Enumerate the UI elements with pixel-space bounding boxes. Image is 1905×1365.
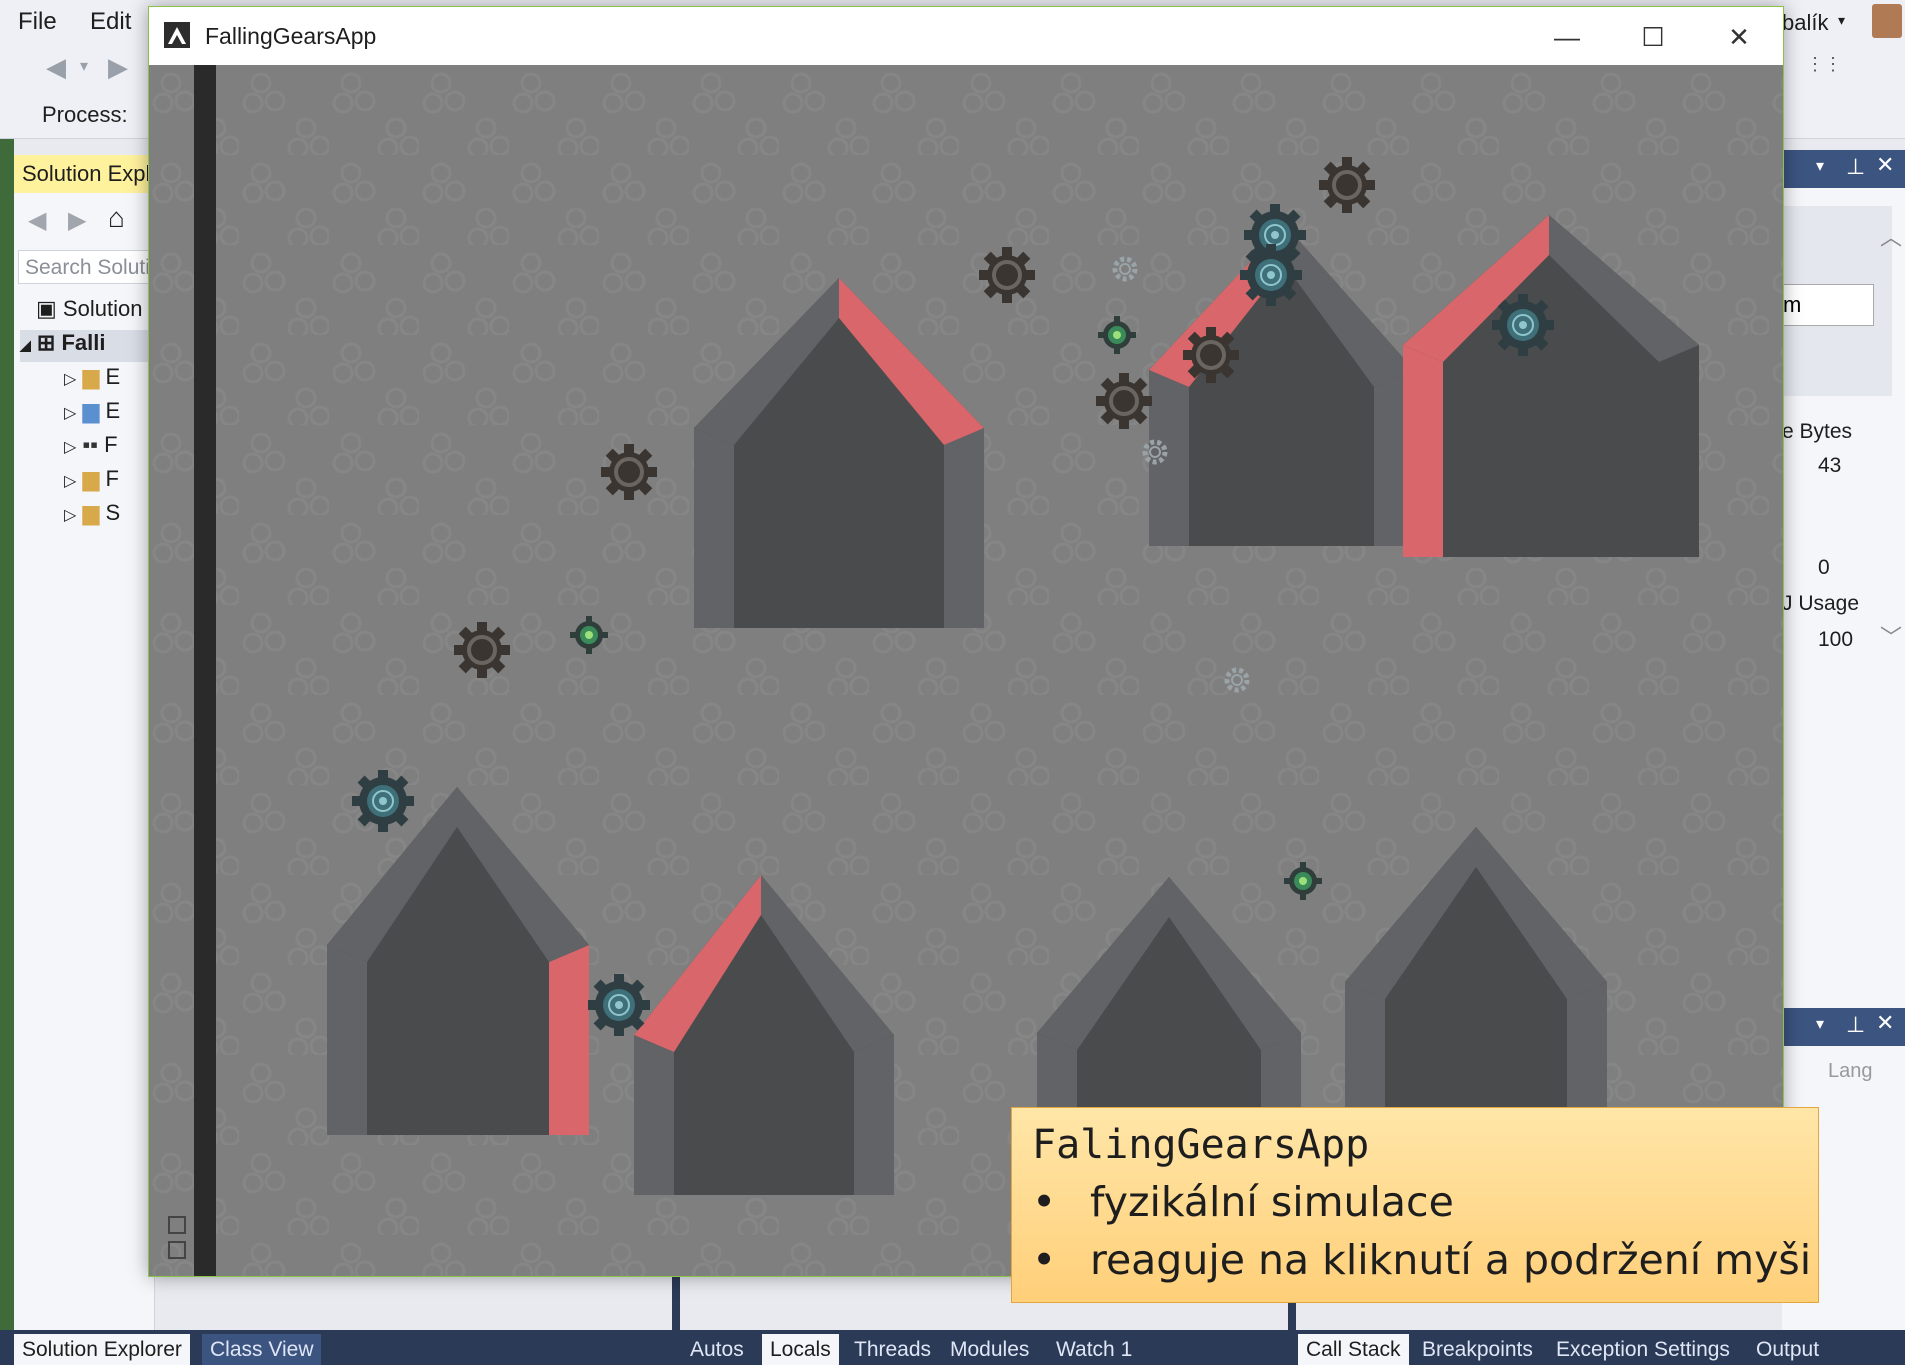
pin-icon[interactable]: ⊥ [1846,1012,1865,1038]
app-titlebar[interactable]: FallingGearsApp — ☐ ✕ [149,7,1783,65]
tree-item-child[interactable]: ▷ ▪▪ F [64,432,118,464]
tab-call-stack[interactable]: Call Stack [1298,1334,1409,1365]
tab-solution-explorer[interactable]: Solution Explorer [14,1334,190,1365]
solution-icon: ▣ [36,296,57,321]
collapse-arrow-icon: ▷ [64,405,77,422]
annotation-callout: FalingGearsApp • fyzikální simulace • reag… [1011,1107,1819,1303]
tab-watch-1[interactable]: Watch 1 [1048,1334,1140,1365]
close-icon[interactable]: ✕ [1709,17,1769,57]
collapse-arrow-icon: ▷ [64,439,77,456]
tree-item-label: E [105,398,121,423]
process-input[interactable]: m [1782,284,1874,326]
tree-item-solution[interactable]: ▣ Solution [36,296,142,328]
gear-icon [1094,371,1154,431]
back-icon[interactable]: ◀ [46,52,66,83]
bullet-text: reaguje na kliknutí a podržení myši [1090,1236,1812,1284]
tab-locals[interactable]: Locals [762,1334,839,1365]
callout-bullet: • fyzikální simulace [1032,1178,1798,1226]
collapse-arrow-icon: ▷ [64,473,77,490]
project-icon: ⊞ [36,330,56,355]
tab-breakpoints[interactable]: Breakpoints [1414,1334,1541,1365]
gear-icon [1317,155,1377,215]
class-icon: ▪▪ [82,432,99,457]
maximize-icon[interactable]: ☐ [1623,17,1683,57]
chevron-down-icon[interactable]: ▾ [1816,156,1824,176]
tree-item-label: Falli [61,330,106,355]
back-icon[interactable]: ◀ [28,206,46,235]
tree-item-child[interactable]: ▷ ▆ E [64,398,120,430]
gear-icon [351,769,415,833]
app-icon [164,22,190,48]
solution-explorer-title[interactable]: Solution Expl [14,155,154,193]
falling-gears-window: FallingGearsApp — ☐ ✕ [148,6,1784,1277]
close-icon[interactable]: ✕ [1876,1010,1894,1036]
forward-icon[interactable]: ▶ [68,206,86,235]
memory-column-header: e Bytes [1782,420,1853,443]
gear-icon [587,973,651,1037]
tree-item-label: E [105,364,121,389]
simulation-canvas[interactable] [149,65,1783,1276]
memory-min-value: 0 [1818,556,1830,579]
callout-title: FalingGearsApp [1032,1122,1370,1168]
tab-modules[interactable]: Modules [942,1334,1037,1365]
chevron-down-icon[interactable]: ▾ [1816,1014,1824,1034]
gear-icon [1239,243,1303,307]
close-icon[interactable]: ✕ [1876,152,1894,178]
menu-edit[interactable]: Edit [90,8,131,36]
process-label: Process: [42,102,128,127]
tab-threads[interactable]: Threads [846,1334,939,1365]
cpu-usage-value: 100 [1818,628,1854,651]
tree-item-label: Solution [62,296,143,321]
expand-arrow-icon: ◢ [20,337,31,353]
pin-icon[interactable]: ⊥ [1846,154,1865,180]
scroll-down-icon[interactable]: ﹀ [1880,620,1902,652]
collapse-arrow-icon: ▷ [64,507,77,524]
menu-file[interactable]: File [18,8,57,36]
cpu-usage-label: J Usage [1782,592,1860,615]
tree-item-label: F [105,466,119,491]
tree-item-label: S [105,500,121,525]
tab-output[interactable]: Output [1748,1334,1827,1365]
user-name[interactable]: balík [1782,10,1828,36]
toolbar-overflow-icon[interactable]: ⋮⋮ [1806,54,1842,75]
gear-icon [1181,325,1241,385]
tree-item-child[interactable]: ▷ ▆ S [64,500,120,532]
tree-item-label: F [104,432,118,457]
minimize-icon[interactable]: — [1537,17,1597,57]
tab-autos[interactable]: Autos [682,1334,752,1365]
collapse-arrow-icon: ▷ [64,371,77,388]
gear-icon [977,245,1037,305]
language-column-header: Lang [1828,1060,1873,1082]
gear-icon [452,620,512,680]
solution-search-input[interactable]: Search Soluti [18,250,154,284]
bullet-icon: • [1032,1236,1057,1284]
editor-margin-strip [0,0,14,1365]
folder-icon: ▆ [82,500,100,525]
bullet-icon: • [1032,1178,1057,1226]
memory-max-value: 43 [1818,454,1842,477]
diagnostic-tools-header: ▾ ⊥ ✕ [1782,150,1905,188]
tree-item-project[interactable]: ◢ ⊞ Falli [20,330,154,362]
gear-icon [599,442,659,502]
callout-bullet: • reaguje na kliknutí a podržení myši [1032,1236,1811,1284]
app-title: FallingGearsApp [205,23,377,49]
tree-item-child[interactable]: ▷ ▆ E [64,364,120,396]
chevron-down-icon[interactable]: ▾ [1838,12,1845,29]
tree-item-child[interactable]: ▷ ▆ F [64,466,119,498]
folder-icon: ▆ [82,466,100,491]
forward-icon[interactable]: ▶ [108,52,128,83]
references-icon: ▆ [82,398,100,423]
tab-exception-settings[interactable]: Exception Settings [1548,1334,1738,1365]
chevron-down-icon[interactable]: ▾ [80,56,88,76]
lower-panel-header: ▾ ⊥ ✕ [1782,1008,1905,1046]
home-icon[interactable]: ⌂ [108,202,125,234]
folder-icon: ▆ [82,364,100,389]
bullet-text: fyzikální simulace [1090,1178,1454,1226]
tab-class-view[interactable]: Class View [202,1334,322,1365]
avatar[interactable] [1872,4,1902,38]
left-wall [194,65,216,1276]
panel-splitter[interactable] [672,1275,680,1335]
scroll-up-icon[interactable]: ︿ [1880,220,1902,252]
gear-icon [1491,293,1555,357]
